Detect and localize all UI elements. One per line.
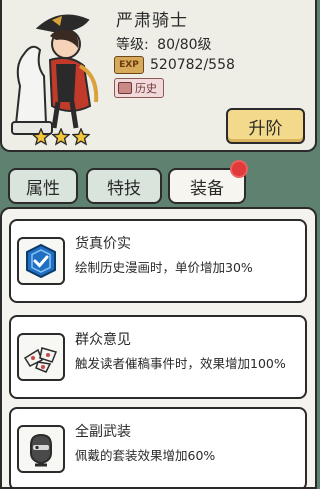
card-desc: 触发读者催稿事件时，效果增加100% (75, 356, 286, 371)
hero-level: 等级: 80/80级 (116, 34, 212, 54)
card-desc: 佩戴的套装效果增加60% (75, 448, 216, 463)
card-desc: 绘制历史漫画时，单价增加30% (75, 260, 253, 275)
tab-attributes[interactable]: 属性 (8, 168, 78, 204)
level-label: 等级: (116, 37, 149, 53)
star-rating (32, 128, 90, 146)
card-title: 群众意见 (75, 332, 131, 348)
category-tag-label: 历史 (135, 82, 157, 95)
hero-panel: 严肃骑士 等级: 80/80级 EXP 520782/558 历史 升阶 (0, 0, 317, 152)
exp-badge-icon: EXP (114, 56, 144, 74)
star-icon (72, 128, 90, 146)
notification-dot (230, 160, 248, 178)
paper-notes-icon (17, 333, 65, 381)
list-item: 全副武装 佩戴的套装效果增加60% (9, 407, 307, 487)
armored-head-icon (17, 425, 65, 473)
tab-skills[interactable]: 特技 (86, 168, 162, 204)
card-title: 全副武装 (75, 424, 131, 440)
category-tag: 历史 (114, 78, 164, 98)
upgrade-button[interactable]: 升阶 (226, 108, 305, 144)
list-item: 群众意见 触发读者催稿事件时，效果增加100% (9, 315, 307, 399)
scroll-icon (118, 82, 132, 94)
star-icon (32, 128, 50, 146)
hero-portrait (10, 6, 100, 146)
card-title: 货真价实 (75, 236, 131, 252)
shield-check-icon (17, 237, 65, 285)
list-item: 货真价实 绘制历史漫画时，单价增加30% (9, 219, 307, 303)
tab-bar: 属性 特技 装备 (0, 168, 317, 206)
equipment-list: 货真价实 绘制历史漫画时，单价增加30% 群众意见 触发读者催稿事件时，效果增加… (0, 207, 317, 489)
exp-row: EXP 520782/558 (114, 56, 235, 74)
hero-name: 严肃骑士 (116, 11, 188, 31)
level-value: 80/80级 (157, 37, 212, 53)
exp-value: 520782/558 (150, 57, 235, 73)
star-icon (52, 128, 70, 146)
